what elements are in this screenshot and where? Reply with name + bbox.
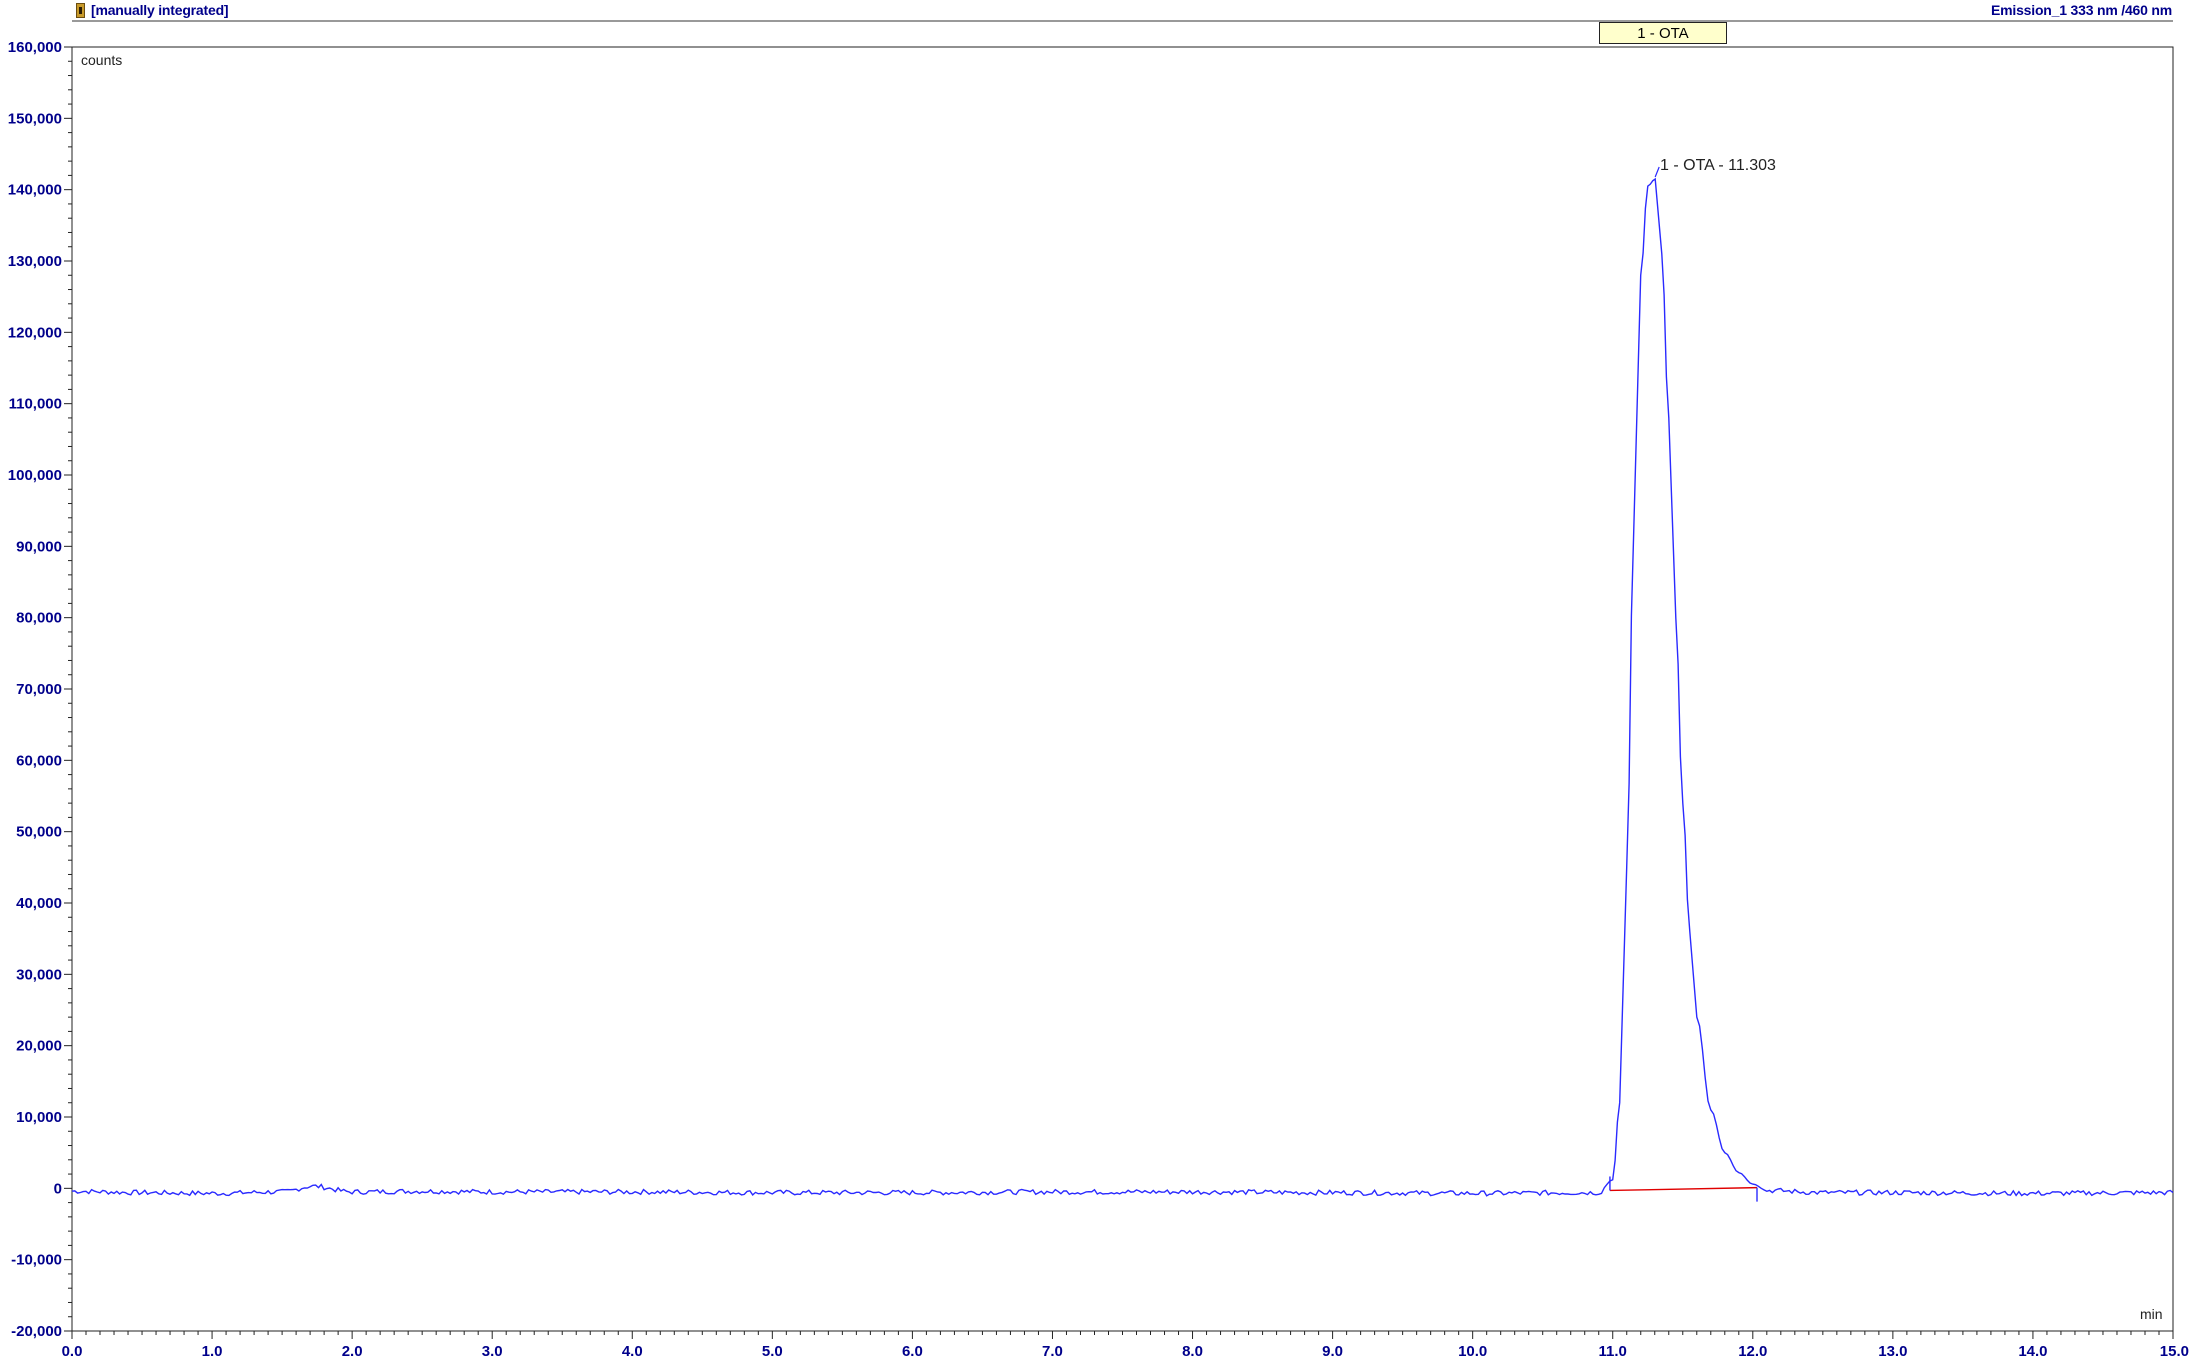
signal-trace — [71, 177, 2174, 1197]
integration-baseline — [1609, 1186, 1758, 1192]
x-tick-label: 15.0 — [2160, 1343, 2189, 1360]
x-tick-label: 1.0 — [202, 1343, 223, 1360]
x-tick-label: 3.0 — [482, 1343, 503, 1360]
y-tick-label: -20,000 — [11, 1323, 62, 1340]
y-tick-label: 150,000 — [8, 110, 62, 127]
y-tick-label: 20,000 — [16, 1038, 62, 1055]
x-tick-label: 9.0 — [1322, 1343, 1343, 1360]
y-tick-label: 120,000 — [8, 324, 62, 341]
y-tick-label: 70,000 — [16, 681, 62, 698]
peak-annotation: 1 - OTA - 11.303 — [1660, 157, 1776, 174]
y-tick-label: 40,000 — [16, 895, 62, 912]
y-tick-label: 100,000 — [8, 467, 62, 484]
y-tick-label: -10,000 — [11, 1252, 62, 1269]
x-tick-label: 13.0 — [1878, 1343, 1907, 1360]
y-tick-label: 80,000 — [16, 610, 62, 627]
y-tick-label: 90,000 — [16, 538, 62, 555]
x-tick-label: 10.0 — [1458, 1343, 1487, 1360]
x-tick-label: 4.0 — [622, 1343, 643, 1360]
peak-apex-marker — [1654, 166, 1660, 178]
y-tick-label: 160,000 — [8, 39, 62, 56]
y-tick-label: 30,000 — [16, 966, 62, 983]
plot-frame — [71, 46, 2174, 1332]
y-tick-label: 130,000 — [8, 253, 62, 270]
x-tick-label: 14.0 — [2018, 1343, 2047, 1360]
x-tick-label: 5.0 — [762, 1343, 783, 1360]
x-tick-label: 6.0 — [902, 1343, 923, 1360]
x-tick-label: 8.0 — [1182, 1343, 1203, 1360]
x-tick-label: 0.0 — [62, 1343, 83, 1360]
x-tick-label: 2.0 — [342, 1343, 363, 1360]
y-axis-label: counts — [81, 52, 123, 68]
y-tick-label: 50,000 — [16, 824, 62, 841]
x-axis-label: min — [2140, 1306, 2163, 1322]
y-tick-label: 60,000 — [16, 752, 62, 769]
y-tick-label: 0 — [54, 1180, 62, 1197]
x-tick-label: 11.0 — [1599, 1343, 1627, 1360]
y-tick-label: 140,000 — [8, 182, 62, 199]
y-tick-label: 10,000 — [16, 1109, 62, 1126]
chromatogram-chart: 160,000 150,000 140,000 130,000 120,000 110,0… — [8, 20, 2189, 1360]
x-tick-label: 12.0 — [1738, 1343, 1767, 1360]
y-tick-label: 110,000 — [9, 396, 62, 413]
x-tick-label: 7.0 — [1042, 1343, 1063, 1360]
